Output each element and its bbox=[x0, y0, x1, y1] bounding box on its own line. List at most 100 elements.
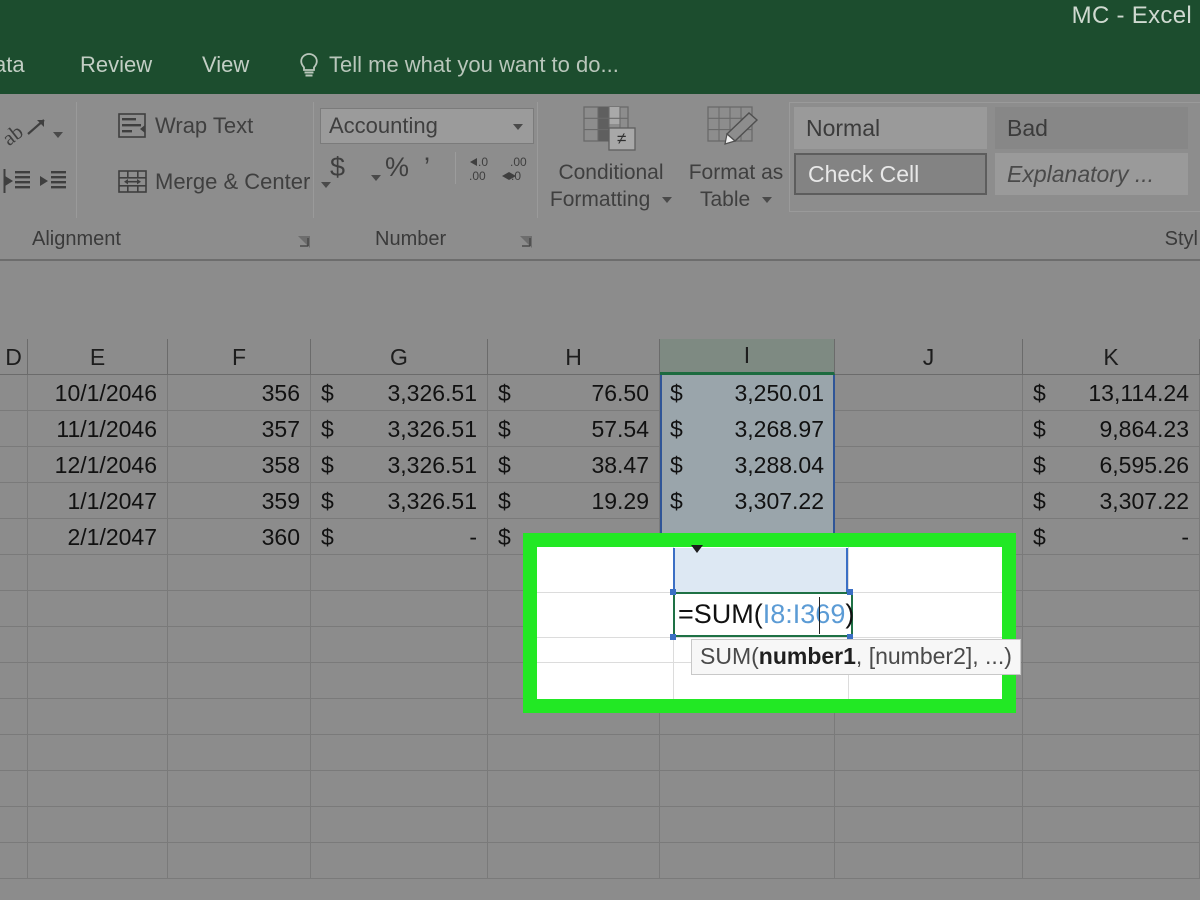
cell-J[interactable] bbox=[835, 807, 1023, 843]
tab-data[interactable]: ata bbox=[0, 52, 25, 78]
cell-K[interactable] bbox=[1023, 663, 1200, 699]
cell-F[interactable] bbox=[168, 555, 311, 591]
cell-K[interactable]: $- bbox=[1023, 519, 1200, 555]
table-row[interactable]: 1/1/2047 359 $3,326.51 $19.29 $3,307.22 … bbox=[0, 483, 1200, 519]
cell-D[interactable] bbox=[0, 447, 28, 483]
column-header-K[interactable]: K bbox=[1023, 339, 1200, 375]
table-row[interactable]: 12/1/2046 358 $3,326.51 $38.47 $3,288.04… bbox=[0, 447, 1200, 483]
cell-J[interactable] bbox=[835, 771, 1023, 807]
cell-I[interactable] bbox=[660, 735, 835, 771]
cell-F[interactable]: 357 bbox=[168, 411, 311, 447]
cell-G[interactable] bbox=[311, 843, 488, 879]
cell-D[interactable] bbox=[0, 627, 28, 663]
cell-D[interactable] bbox=[0, 735, 28, 771]
cell-G[interactable]: $3,326.51 bbox=[311, 483, 488, 519]
cell-I[interactable] bbox=[660, 843, 835, 879]
cell-J[interactable] bbox=[835, 411, 1023, 447]
column-header-E[interactable]: E bbox=[28, 339, 168, 375]
cell-I[interactable]: $3,268.97 bbox=[660, 411, 835, 447]
cell-E[interactable]: 1/1/2047 bbox=[28, 483, 168, 519]
cell-D[interactable] bbox=[0, 699, 28, 735]
column-header-J[interactable]: J bbox=[835, 339, 1023, 375]
cell-E[interactable] bbox=[28, 807, 168, 843]
increase-decimal-icon[interactable]: .00 .0 bbox=[500, 154, 530, 184]
cell-style-normal[interactable]: Normal bbox=[794, 107, 987, 149]
cell-F[interactable] bbox=[168, 843, 311, 879]
cell-F[interactable] bbox=[168, 771, 311, 807]
wrap-text-button[interactable]: Wrap Text bbox=[118, 112, 253, 140]
cell-E[interactable]: 11/1/2046 bbox=[28, 411, 168, 447]
cell-H[interactable] bbox=[488, 771, 660, 807]
cell-K[interactable] bbox=[1023, 627, 1200, 663]
cell-F[interactable]: 360 bbox=[168, 519, 311, 555]
cell-E[interactable] bbox=[28, 699, 168, 735]
increase-indent-icon[interactable] bbox=[38, 168, 68, 194]
cell-F[interactable] bbox=[168, 735, 311, 771]
tell-me-box[interactable]: Tell me what you want to do... bbox=[298, 52, 619, 78]
column-header-I[interactable]: I bbox=[660, 339, 835, 375]
currency-dropdown-caret[interactable] bbox=[371, 175, 381, 181]
percent-format-button[interactable]: % bbox=[385, 152, 409, 183]
cell-H[interactable]: $38.47 bbox=[488, 447, 660, 483]
cell-H[interactable]: $19.29 bbox=[488, 483, 660, 519]
table-row[interactable] bbox=[0, 807, 1200, 843]
cell-K[interactable] bbox=[1023, 843, 1200, 879]
cell-E[interactable] bbox=[28, 735, 168, 771]
cell-K[interactable]: $13,114.24 bbox=[1023, 375, 1200, 411]
cell-G[interactable] bbox=[311, 699, 488, 735]
tab-review[interactable]: Review bbox=[80, 52, 152, 78]
cell-F[interactable] bbox=[168, 591, 311, 627]
column-header-H[interactable]: H bbox=[488, 339, 660, 375]
cell-D[interactable] bbox=[0, 519, 28, 555]
cell-G[interactable]: $3,326.51 bbox=[311, 411, 488, 447]
alignment-dialog-launcher[interactable] bbox=[297, 235, 311, 249]
table-row[interactable]: 11/1/2046 357 $3,326.51 $57.54 $3,268.97… bbox=[0, 411, 1200, 447]
column-header-G[interactable]: G bbox=[311, 339, 488, 375]
cell-G[interactable] bbox=[311, 771, 488, 807]
cell-G[interactable]: $3,326.51 bbox=[311, 447, 488, 483]
cell-E[interactable] bbox=[28, 627, 168, 663]
table-row[interactable]: 10/1/2046 356 $3,326.51 $76.50 $3,250.01… bbox=[0, 375, 1200, 411]
cell-K[interactable] bbox=[1023, 591, 1200, 627]
cell-D[interactable] bbox=[0, 555, 28, 591]
cell-G[interactable]: $3,326.51 bbox=[311, 375, 488, 411]
number-format-select[interactable]: Accounting bbox=[320, 108, 534, 144]
formula-edit-cell[interactable]: =SUM(I8:I369) bbox=[673, 592, 853, 637]
cell-style-bad[interactable]: Bad bbox=[995, 107, 1188, 149]
cell-F[interactable] bbox=[168, 807, 311, 843]
cell-H[interactable]: $57.54 bbox=[488, 411, 660, 447]
cell-I[interactable]: $3,288.04 bbox=[660, 447, 835, 483]
merge-center-button[interactable]: Merge & Center bbox=[118, 168, 331, 196]
cell-F[interactable]: 356 bbox=[168, 375, 311, 411]
cell-E[interactable] bbox=[28, 663, 168, 699]
cell-H[interactable] bbox=[488, 735, 660, 771]
cell-D[interactable] bbox=[0, 663, 28, 699]
format-as-table-button[interactable]: Format as Table bbox=[684, 104, 788, 213]
cell-K[interactable] bbox=[1023, 771, 1200, 807]
cell-D[interactable] bbox=[0, 411, 28, 447]
cell-I[interactable]: $3,307.22 bbox=[660, 483, 835, 519]
selection-handle[interactable] bbox=[670, 634, 676, 640]
table-row[interactable] bbox=[0, 735, 1200, 771]
selected-cell-above[interactable] bbox=[673, 548, 848, 592]
cell-E[interactable] bbox=[28, 555, 168, 591]
cell-K[interactable]: $9,864.23 bbox=[1023, 411, 1200, 447]
cell-I[interactable]: $3,250.01 bbox=[660, 375, 835, 411]
cell-F[interactable] bbox=[168, 699, 311, 735]
cell-E[interactable]: 10/1/2046 bbox=[28, 375, 168, 411]
format-as-table-caret[interactable] bbox=[762, 197, 772, 203]
cell-F[interactable]: 358 bbox=[168, 447, 311, 483]
decrease-decimal-icon[interactable]: .0 .00 bbox=[468, 154, 498, 184]
conditional-formatting-caret[interactable] bbox=[662, 197, 672, 203]
cell-D[interactable] bbox=[0, 483, 28, 519]
cell-E[interactable] bbox=[28, 843, 168, 879]
cell-G[interactable] bbox=[311, 591, 488, 627]
cell-K[interactable] bbox=[1023, 735, 1200, 771]
comma-format-button[interactable]: ’ bbox=[424, 152, 430, 183]
cell-J[interactable] bbox=[835, 483, 1023, 519]
cell-E[interactable] bbox=[28, 771, 168, 807]
cell-J[interactable] bbox=[835, 447, 1023, 483]
cell-J[interactable] bbox=[835, 375, 1023, 411]
selection-handle[interactable] bbox=[670, 589, 676, 595]
cell-F[interactable] bbox=[168, 627, 311, 663]
